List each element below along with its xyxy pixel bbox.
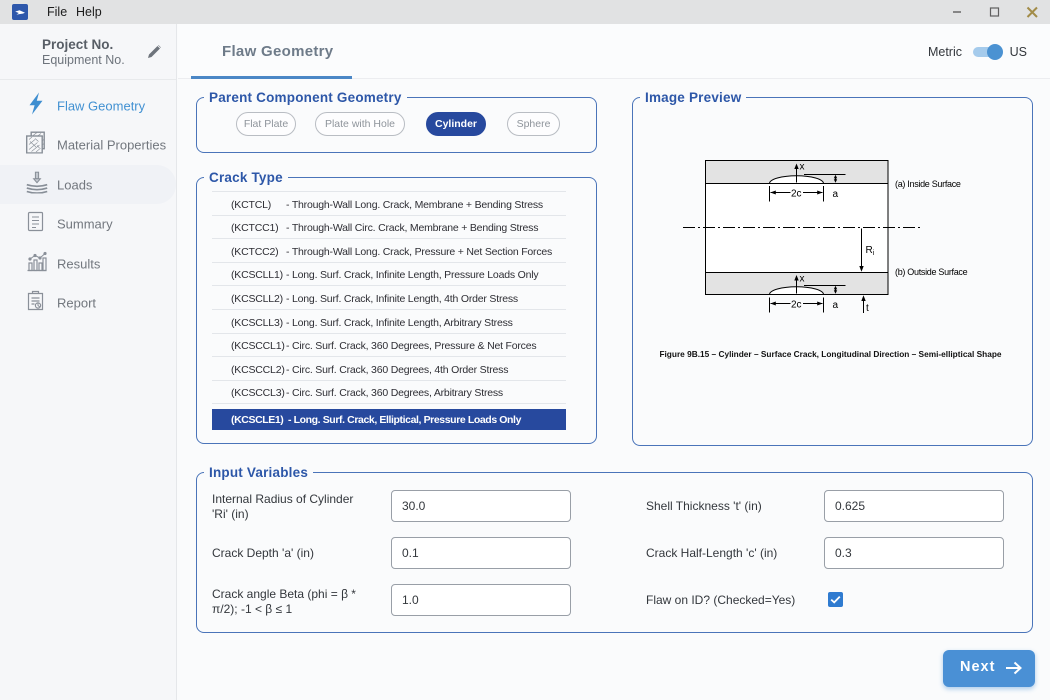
svg-text:2c: 2c <box>791 189 802 200</box>
svg-text:a: a <box>833 189 839 200</box>
svg-text:(a) Inside Surface: (a) Inside Surface <box>895 179 961 189</box>
svg-text:Figure 9B.15 – Cylinder – Surf: Figure 9B.15 – Cylinder – Surface Crack,… <box>659 349 1001 359</box>
svg-text:(b) Outside Surface: (b) Outside Surface <box>895 267 968 277</box>
svg-text:x: x <box>800 274 805 285</box>
svg-text:t: t <box>866 303 869 314</box>
svg-text:x: x <box>800 162 805 173</box>
svg-text:a: a <box>833 300 839 311</box>
svg-text:2c: 2c <box>791 300 802 311</box>
